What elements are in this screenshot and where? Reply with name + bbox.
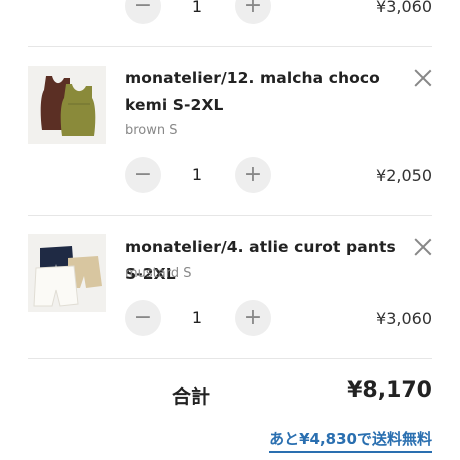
product-image[interactable] bbox=[28, 234, 106, 312]
free-shipping-link[interactable]: あと¥4,830で送料無料 bbox=[269, 428, 432, 453]
tank-top-image bbox=[28, 66, 106, 144]
divider bbox=[28, 358, 432, 359]
product-image[interactable] bbox=[28, 66, 106, 144]
cart-item-partial: − 1 + ¥3,060 bbox=[0, 0, 460, 46]
minus-icon: − bbox=[133, 162, 153, 187]
total-amount: ¥8,170 bbox=[347, 378, 432, 403]
minus-icon: − bbox=[133, 0, 153, 18]
product-title[interactable]: monatelier/12. malcha choco kemi S-2XL bbox=[125, 65, 405, 119]
plus-icon: + bbox=[243, 162, 263, 187]
quantity-value: 1 bbox=[191, 0, 203, 16]
quantity-decrease-button[interactable]: − bbox=[125, 0, 161, 24]
shorts-image bbox=[28, 234, 106, 312]
item-price: ¥3,060 bbox=[376, 309, 432, 328]
quantity-value: 1 bbox=[191, 165, 203, 184]
divider bbox=[28, 215, 432, 216]
quantity-value: 1 bbox=[191, 308, 203, 327]
plus-icon: + bbox=[243, 0, 263, 18]
remove-item-icon[interactable] bbox=[414, 238, 432, 256]
quantity-increase-button[interactable]: + bbox=[235, 300, 271, 336]
quantity-increase-button[interactable]: + bbox=[235, 0, 271, 24]
plus-icon: + bbox=[243, 305, 263, 330]
quantity-increase-button[interactable]: + bbox=[235, 157, 271, 193]
minus-icon: − bbox=[133, 305, 153, 330]
quantity-decrease-button[interactable]: − bbox=[125, 300, 161, 336]
item-price: ¥3,060 bbox=[376, 0, 432, 16]
remove-item-icon[interactable] bbox=[414, 69, 432, 87]
product-variant: brown S bbox=[125, 123, 178, 138]
quantity-decrease-button[interactable]: − bbox=[125, 157, 161, 193]
total-label: 合計 bbox=[172, 386, 211, 408]
product-variant: mustard S bbox=[125, 266, 192, 281]
divider bbox=[28, 46, 432, 47]
item-price: ¥2,050 bbox=[376, 166, 432, 185]
